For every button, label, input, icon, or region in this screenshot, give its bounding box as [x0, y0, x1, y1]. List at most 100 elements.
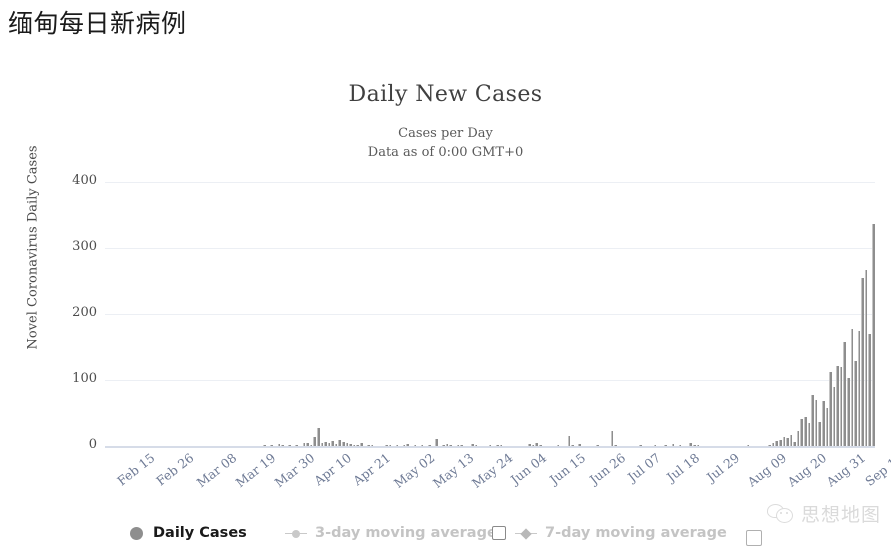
bar [832, 387, 836, 446]
bar [359, 443, 363, 446]
watermark: 思想地图 [766, 500, 881, 527]
bar [821, 401, 825, 446]
bar [692, 444, 696, 446]
chart-subtitle: Cases per Day Data as of 0:00 GMT+0 [0, 124, 891, 162]
bar [324, 442, 327, 446]
bar [388, 444, 392, 446]
bar [653, 444, 657, 446]
bar [857, 330, 861, 446]
bar [571, 444, 574, 446]
legend-dot-marker-icon [130, 526, 143, 540]
legend-item-7-day-moving-average[interactable]: 7-day moving average [492, 519, 727, 547]
legend-line-marker-icon [285, 527, 307, 540]
bar [843, 342, 846, 446]
bar [775, 440, 778, 446]
bar [807, 422, 811, 446]
plot-area [105, 182, 875, 448]
bar [786, 438, 789, 446]
legend-item-daily-cases[interactable]: Daily Cases [130, 519, 247, 547]
bar [345, 442, 349, 446]
bar [460, 444, 463, 446]
watermark-checkbox[interactable] [746, 530, 762, 546]
x-tick-label: Mar 30 [272, 450, 318, 491]
bar [811, 394, 814, 446]
chart-title: Daily New Cases [348, 82, 543, 107]
x-tick-label: May 24 [469, 450, 516, 491]
y-tick-label-300: 300 [72, 239, 97, 254]
watermark-text: 思想地图 [800, 504, 881, 526]
bar [846, 378, 850, 446]
x-tick-label: Feb 15 [113, 450, 158, 489]
x-tick-label: Jul 07 [624, 450, 664, 485]
bar [320, 442, 324, 446]
bar [778, 440, 782, 446]
x-tick-label: Mar 08 [193, 450, 239, 491]
legend-line-marker-icon [515, 527, 537, 540]
bar [696, 444, 700, 446]
bar [277, 444, 281, 446]
bar [370, 444, 374, 446]
bar [406, 444, 410, 446]
x-tick-label: May 02 [390, 450, 437, 491]
bar [864, 269, 868, 446]
gridline-0 [105, 446, 875, 448]
bar [352, 444, 356, 446]
x-axis-ticks: Feb 15 Feb 26 Mar 08 Mar 19 Mar 30 Apr 10 Apr … [105, 450, 891, 510]
bar-series-daily-cases [105, 182, 875, 446]
bar [872, 223, 875, 446]
page-title: 缅甸每日新病例 [8, 9, 187, 38]
bar [420, 444, 424, 446]
bar [474, 444, 478, 446]
x-tick-label: Feb 26 [153, 450, 197, 489]
bar [302, 443, 306, 446]
legend-label: 3-day moving average [315, 525, 497, 541]
bar [850, 329, 854, 446]
bar [435, 438, 438, 446]
bar [427, 444, 431, 446]
bar [496, 444, 499, 446]
bar [356, 444, 359, 446]
bar [578, 444, 581, 446]
x-tick-label: May 13 [429, 450, 477, 491]
bar [671, 444, 675, 446]
bar [413, 444, 417, 446]
bar [538, 444, 542, 446]
bar [793, 442, 796, 446]
bar [306, 442, 309, 446]
bar [556, 444, 560, 446]
bar [836, 366, 839, 446]
legend-label: 7-day moving average [545, 525, 727, 541]
bar [281, 444, 284, 446]
y-tick-label-0: 0 [88, 437, 97, 452]
chart-container: Daily New Cases Cases per Day Data as of… [0, 60, 891, 559]
x-tick-label: Jun 15 [546, 450, 589, 488]
bar [349, 444, 352, 446]
bar [796, 431, 800, 446]
bar [804, 416, 807, 446]
bar [384, 444, 388, 446]
bar [402, 444, 406, 446]
x-tick-label: Jul 29 [703, 450, 742, 485]
x-tick-label: Mar 19 [232, 450, 279, 491]
bar [316, 428, 320, 446]
bar [664, 444, 667, 446]
bar [528, 444, 531, 446]
bar [782, 436, 786, 446]
bar [270, 444, 273, 446]
wechat-icon [766, 503, 793, 525]
bar [456, 444, 460, 446]
legend-item-3-day-moving-average[interactable]: 3-day moving average [285, 519, 497, 547]
bar [263, 444, 266, 446]
bar [567, 436, 571, 446]
bar [829, 372, 832, 446]
bar [367, 444, 370, 446]
bar [689, 443, 692, 446]
x-tick-label: Aug 09 [744, 450, 790, 490]
bar [614, 444, 617, 446]
bar [746, 444, 750, 446]
bar [861, 278, 864, 446]
bar [449, 444, 453, 446]
legend-checkbox[interactable] [492, 526, 506, 540]
bar [499, 444, 503, 446]
bar [814, 399, 818, 446]
